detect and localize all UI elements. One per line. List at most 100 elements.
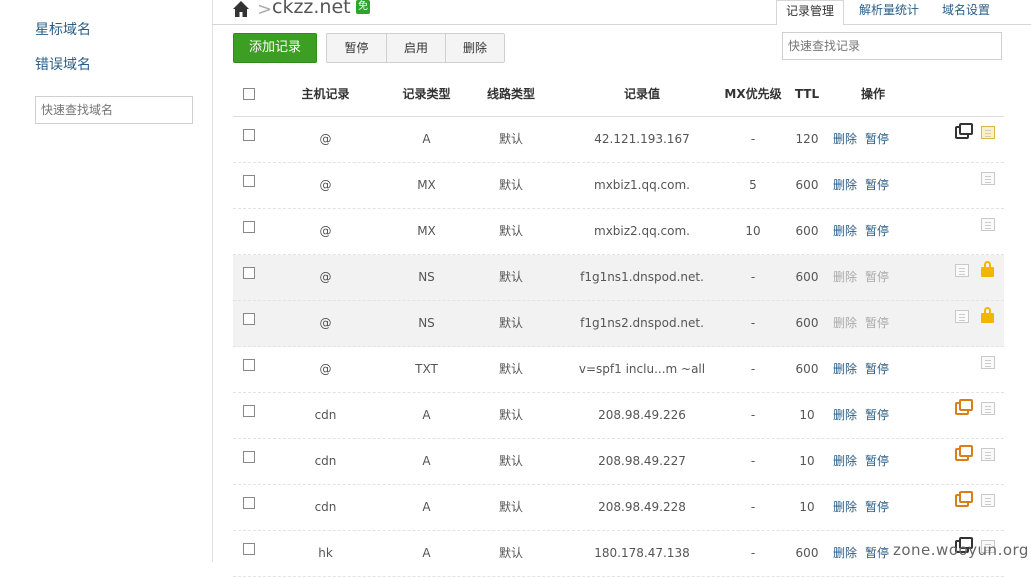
cell-mx: - [750, 132, 756, 146]
cell-type: A [422, 500, 431, 514]
row-pause-link[interactable]: 暂停 [865, 362, 889, 376]
tab-settings[interactable]: 域名设置 [934, 0, 998, 24]
cell-host: @ [319, 224, 332, 238]
note-icon[interactable] [981, 218, 995, 231]
table-header: 主机记录 记录类型 线路类型 记录值 MX优先级 TTL 操作 [233, 72, 1004, 117]
cell-host: @ [319, 316, 332, 330]
cell-host: @ [319, 270, 332, 284]
table-row[interactable]: cdn A 默认 208.98.49.226 - 10 删除 暂停 [233, 393, 1004, 439]
row-pause-link[interactable]: 暂停 [865, 178, 889, 192]
cell-value: 42.121.193.167 [594, 132, 690, 146]
cell-type: A [422, 546, 431, 560]
enable-button[interactable]: 启用 [387, 34, 446, 62]
table-row[interactable]: hk A 默认 180.178.47.138 - 600 删除 暂停 [233, 531, 1004, 577]
table-row[interactable]: @ TXT 默认 v=spf1 inclu...m ~all - 600 删除 暂停 [233, 347, 1004, 393]
row-checkbox[interactable] [243, 451, 255, 463]
cell-mx: - [750, 362, 756, 376]
col-ttl: TTL [794, 87, 820, 101]
row-delete-link[interactable]: 删除 [833, 500, 857, 514]
cell-host: cdn [314, 500, 337, 514]
record-search-input[interactable] [782, 32, 1002, 60]
row-pause-link[interactable]: 暂停 [865, 270, 889, 284]
row-checkbox[interactable] [243, 543, 255, 555]
col-actions: 操作 [860, 87, 885, 101]
note-icon[interactable] [981, 172, 995, 185]
chat-icon[interactable] [955, 123, 973, 139]
row-delete-link[interactable]: 删除 [833, 454, 857, 468]
row-checkbox[interactable] [243, 221, 255, 233]
table-row[interactable]: @ MX 默认 mxbiz2.qq.com. 10 600 删除 暂停 [233, 209, 1004, 255]
cell-value: 208.98.49.226 [598, 408, 686, 422]
add-record-button[interactable]: 添加记录 [233, 33, 317, 63]
cell-mx: - [750, 546, 756, 560]
free-badge: 免 [356, 0, 370, 14]
cell-value: mxbiz1.qq.com. [594, 178, 690, 192]
cell-actions: 删除 暂停 [833, 209, 915, 253]
note-icon[interactable] [955, 264, 969, 277]
delete-button[interactable]: 删除 [446, 34, 504, 62]
row-delete-link[interactable]: 删除 [833, 408, 857, 422]
cell-ttl: 600 [795, 362, 819, 376]
cell-ttl: 600 [795, 270, 819, 284]
sidebar-item-starred[interactable]: 星标域名 [35, 19, 91, 39]
cell-value: 180.178.47.138 [594, 546, 690, 560]
row-checkbox[interactable] [243, 129, 255, 141]
table-row[interactable]: @ NS 默认 f1g1ns2.dnspod.net. - 600 删除 暂停 [233, 301, 1004, 347]
tab-records[interactable]: 记录管理 [776, 0, 844, 25]
cell-ttl: 600 [795, 546, 819, 560]
cell-mx: - [750, 270, 756, 284]
note-icon[interactable] [981, 356, 995, 369]
tab-stats[interactable]: 解析量统计 [852, 0, 926, 24]
row-delete-link[interactable]: 删除 [833, 224, 857, 238]
cell-actions: 删除 暂停 [833, 301, 915, 345]
row-pause-link[interactable]: 暂停 [865, 546, 889, 560]
home-icon[interactable] [232, 0, 250, 18]
row-delete-link[interactable]: 删除 [833, 178, 857, 192]
cell-mx: - [750, 500, 756, 514]
row-checkbox[interactable] [243, 497, 255, 509]
row-checkbox[interactable] [243, 267, 255, 279]
row-checkbox[interactable] [243, 405, 255, 417]
row-delete-link[interactable]: 删除 [833, 270, 857, 284]
select-all-checkbox[interactable] [243, 88, 255, 100]
row-pause-link[interactable]: 暂停 [865, 454, 889, 468]
note-icon[interactable] [981, 448, 995, 461]
note-active-icon[interactable] [981, 126, 995, 139]
row-delete-link[interactable]: 删除 [833, 132, 857, 146]
cell-type: A [422, 132, 431, 146]
record-action-group: 暂停 启用 删除 [326, 33, 505, 63]
sidebar: 星标域名 错误域名 [0, 0, 213, 562]
row-pause-link[interactable]: 暂停 [865, 132, 889, 146]
table-row[interactable]: cdn A 默认 208.98.49.228 - 10 删除 暂停 [233, 485, 1004, 531]
cell-host: @ [319, 132, 332, 146]
cell-type: NS [418, 270, 435, 284]
note-icon[interactable] [981, 494, 995, 507]
note-icon[interactable] [955, 310, 969, 323]
sidebar-item-error[interactable]: 错误域名 [35, 54, 91, 74]
chat-orange-icon[interactable] [955, 399, 973, 415]
chat-orange-icon[interactable] [955, 491, 973, 507]
row-checkbox[interactable] [243, 175, 255, 187]
chat-orange-icon[interactable] [955, 445, 973, 461]
row-delete-link[interactable]: 删除 [833, 546, 857, 560]
table-row[interactable]: cdn A 默认 208.98.49.227 - 10 删除 暂停 [233, 439, 1004, 485]
row-pause-link[interactable]: 暂停 [865, 224, 889, 238]
cell-actions: 删除 暂停 [833, 255, 915, 299]
row-checkbox[interactable] [243, 359, 255, 371]
row-delete-link[interactable]: 删除 [833, 316, 857, 330]
note-icon[interactable] [981, 402, 995, 415]
col-host: 主机记录 [301, 87, 350, 101]
table-row[interactable]: @ MX 默认 mxbiz1.qq.com. 5 600 删除 暂停 [233, 163, 1004, 209]
cell-value: mxbiz2.qq.com. [594, 224, 690, 238]
row-delete-link[interactable]: 删除 [833, 362, 857, 376]
table-row[interactable]: @ NS 默认 f1g1ns1.dnspod.net. - 600 删除 暂停 [233, 255, 1004, 301]
row-pause-link[interactable]: 暂停 [865, 316, 889, 330]
row-pause-link[interactable]: 暂停 [865, 500, 889, 514]
row-checkbox[interactable] [243, 313, 255, 325]
pause-button[interactable]: 暂停 [327, 34, 387, 62]
table-row[interactable]: @ A 默认 42.121.193.167 - 120 删除 暂停 [233, 117, 1004, 163]
row-pause-link[interactable]: 暂停 [865, 408, 889, 422]
cell-value: v=spf1 inclu...m ~all [578, 362, 706, 376]
domain-search-input[interactable] [35, 96, 193, 124]
lock-icon [981, 307, 994, 323]
